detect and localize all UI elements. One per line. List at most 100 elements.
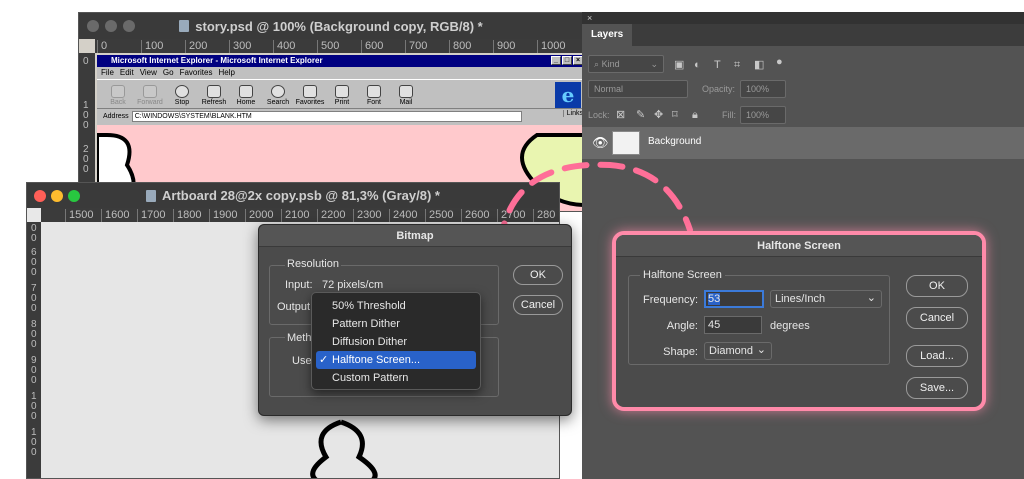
image-filter-icon[interactable]: ▣ xyxy=(674,59,684,71)
input-label: Input: xyxy=(285,279,313,291)
blend-mode-select[interactable]: Normal xyxy=(588,80,688,98)
lock-all-icon[interactable]: 🔒︎ xyxy=(692,109,698,121)
chevron-down-icon: ⌄ xyxy=(756,344,766,356)
ruler-label: 2600 xyxy=(461,209,489,222)
menu-favorites[interactable]: Favorites xyxy=(180,67,213,79)
ruler-label: 0 xyxy=(31,375,37,386)
back-arrow-icon xyxy=(111,85,125,98)
frequency-input[interactable]: 53 xyxy=(704,290,764,308)
minimize-button[interactable] xyxy=(105,20,117,32)
save-button[interactable]: Save... xyxy=(906,377,968,399)
ruler-label: 1600 xyxy=(101,209,129,222)
lock-brush-icon[interactable]: ✎ xyxy=(636,109,645,121)
chevron-down-icon: ⌄ xyxy=(866,292,876,304)
home-button[interactable]: Home xyxy=(231,85,261,108)
menu-go[interactable]: Go xyxy=(163,67,174,79)
refresh-button[interactable]: Refresh xyxy=(199,85,229,108)
ruler-label: 2700 xyxy=(497,209,525,222)
zoom-button[interactable] xyxy=(123,20,135,32)
menu-help[interactable]: Help xyxy=(218,67,234,79)
ruler-label: 0 xyxy=(83,120,89,131)
zoom-button[interactable] xyxy=(68,190,80,202)
address-input[interactable]: C:\WINDOWS\SYSTEM\BLANK.HTM xyxy=(131,110,522,122)
frequency-unit-select[interactable]: Lines/Inch ⌄ xyxy=(770,290,882,308)
ruler-label: 2500 xyxy=(425,209,453,222)
font-button[interactable]: Font xyxy=(359,85,389,108)
back-button[interactable]: Back xyxy=(103,85,133,108)
mail-label: Mail xyxy=(399,99,413,106)
frequency-value: 53 xyxy=(708,293,721,305)
tab-layers[interactable]: Layers xyxy=(582,24,633,46)
opacity-input[interactable]: 100% xyxy=(740,80,786,98)
print-label: Print xyxy=(334,99,350,106)
angle-input[interactable]: 45 xyxy=(704,316,762,334)
fill-input[interactable]: 100% xyxy=(740,106,786,124)
ie-address-bar: Address C:\WINDOWS\SYSTEM\BLANK.HTM Link… xyxy=(97,109,583,123)
stop-button[interactable]: Stop xyxy=(167,85,197,108)
lock-artboard-icon[interactable]: ⌑ xyxy=(672,109,678,121)
type-filter-icon[interactable]: T xyxy=(714,59,721,71)
method-dropdown-menu[interactable]: 50% Threshold Pattern Dither Diffusion D… xyxy=(311,292,481,390)
menu-view[interactable]: View xyxy=(140,67,157,79)
ie-minimize-button[interactable]: _ xyxy=(551,56,561,65)
minimize-button[interactable] xyxy=(51,190,63,202)
story-window-titlebar[interactable]: story.psd @ 100% (Background copy, RGB/8… xyxy=(79,13,583,39)
option-pattern-dither[interactable]: Pattern Dither xyxy=(316,315,476,333)
menu-file[interactable]: File xyxy=(101,67,114,79)
ruler-label: 1900 xyxy=(209,209,237,222)
refresh-label: Refresh xyxy=(201,99,227,106)
ruler-label: 100 xyxy=(141,40,163,53)
printer-icon xyxy=(335,85,349,98)
mail-icon xyxy=(399,85,413,98)
search-button[interactable]: Search xyxy=(263,85,293,108)
shape-filter-icon[interactable]: ⌗ xyxy=(734,59,740,71)
lock-position-icon[interactable]: ✥ xyxy=(654,109,663,121)
lock-transparent-icon[interactable]: ⊠ xyxy=(616,109,625,121)
horizontal-ruler[interactable]: 0 100 200 300 400 500 600 700 800 900 10… xyxy=(95,39,583,53)
filter-toggle-icon[interactable]: ● xyxy=(776,56,783,68)
ok-button[interactable]: OK xyxy=(513,265,563,285)
halftone-dialog-title: Halftone Screen xyxy=(616,235,982,257)
ruler-label: 2300 xyxy=(353,209,381,222)
forward-button[interactable]: Forward xyxy=(135,85,165,108)
option-label: Halftone Screen... xyxy=(332,354,421,366)
shape-label: Shape: xyxy=(663,346,698,358)
cancel-button[interactable]: Cancel xyxy=(906,307,968,329)
vertical-ruler[interactable]: 0 0 6 0 0 7 0 0 8 0 0 9 0 0 1 0 0 1 0 0 xyxy=(27,222,41,478)
menu-edit[interactable]: Edit xyxy=(120,67,134,79)
option-diffusion-dither[interactable]: Diffusion Dither xyxy=(316,333,476,351)
artboard-window-titlebar[interactable]: Artboard 28@2x copy.psb @ 81,3% (Gray/8)… xyxy=(27,183,559,208)
ie-maximize-button[interactable]: □ xyxy=(562,56,572,65)
ie-titlebar[interactable]: Microsoft Internet Explorer - Microsoft … xyxy=(97,55,583,67)
angle-label: Angle: xyxy=(666,320,698,332)
cancel-button[interactable]: Cancel xyxy=(513,295,563,315)
shape-select[interactable]: Diamond ⌄ xyxy=(704,342,772,360)
layer-row-background[interactable]: 👁︎ Background xyxy=(582,127,1024,159)
ie-logo-icon: e xyxy=(555,82,581,108)
links-button[interactable]: Links xyxy=(562,110,583,117)
option-50-threshold[interactable]: 50% Threshold xyxy=(316,297,476,315)
load-button[interactable]: Load... xyxy=(906,345,968,367)
forward-label: Forward xyxy=(137,99,163,106)
smart-object-filter-icon[interactable]: ◧ xyxy=(754,59,764,71)
print-button[interactable]: Print xyxy=(327,85,357,108)
kind-filter-select[interactable]: ⌕ Kind ⌄ xyxy=(588,55,664,73)
ruler-label: 700 xyxy=(405,40,427,53)
ruler-label: 600 xyxy=(361,40,383,53)
bitmap-dialog-title: Bitmap xyxy=(259,225,571,247)
document-icon xyxy=(179,20,190,32)
ruler-label: 2000 xyxy=(245,209,273,222)
horizontal-ruler[interactable]: 1500 1600 1700 1800 1900 2000 2100 2200 … xyxy=(41,208,559,222)
eye-icon[interactable]: 👁︎ xyxy=(592,136,609,149)
window-title: story.psd @ 100% (Background copy, RGB/8… xyxy=(195,18,483,34)
mail-button[interactable]: Mail xyxy=(391,85,421,108)
option-halftone-screen[interactable]: ✓ Halftone Screen... xyxy=(316,351,476,369)
close-button[interactable] xyxy=(87,20,99,32)
favorites-button[interactable]: Favorites xyxy=(295,85,325,108)
lock-label: Lock: xyxy=(588,110,610,120)
panel-close-icon[interactable]: × xyxy=(582,12,1024,24)
option-custom-pattern[interactable]: Custom Pattern xyxy=(316,369,476,387)
adjustment-filter-icon[interactable]: ◐ xyxy=(694,59,701,71)
close-button[interactable] xyxy=(34,190,46,202)
ok-button[interactable]: OK xyxy=(906,275,968,297)
